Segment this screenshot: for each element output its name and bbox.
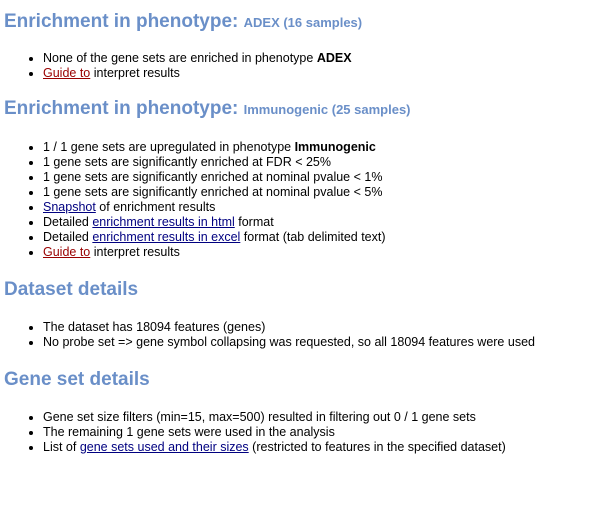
list-item-text: Detailed <box>43 215 93 229</box>
list-item: Guide to interpret results <box>43 245 614 260</box>
guide-link[interactable]: Guide to <box>43 66 90 80</box>
list-item: Detailed enrichment results in excel for… <box>43 230 614 245</box>
list-item: 1 / 1 gene sets are upregulated in pheno… <box>43 140 614 155</box>
list-item: List of gene sets used and their sizes (… <box>43 440 614 455</box>
adex-results-list: None of the gene sets are enriched in ph… <box>4 51 614 81</box>
list-item: No probe set => gene symbol collapsing w… <box>43 335 614 350</box>
gene-sets-sizes-link[interactable]: gene sets used and their sizes <box>80 440 249 454</box>
list-item-text: interpret results <box>90 245 180 259</box>
heading-main-text: Enrichment in phenotype: <box>4 11 244 32</box>
section-heading-adex: Enrichment in phenotype: ADEX (16 sample… <box>4 10 614 35</box>
list-item-text: format <box>234 215 274 229</box>
list-item-text: (restricted to features in the specified… <box>248 440 506 454</box>
guide-link[interactable]: Guide to <box>43 245 90 259</box>
excel-results-link[interactable]: enrichment results in excel <box>92 230 240 244</box>
list-item: Guide to interpret results <box>43 66 614 81</box>
list-item-text: format (tab delimited text) <box>240 230 386 244</box>
list-item: Snapshot of enrichment results <box>43 200 614 215</box>
section-enrichment-adex: Enrichment in phenotype: ADEX (16 sample… <box>4 10 614 81</box>
list-item-text: Detailed <box>43 230 93 244</box>
list-item: 1 gene sets are significantly enriched a… <box>43 155 614 170</box>
immunogenic-results-list: 1 / 1 gene sets are upregulated in pheno… <box>4 140 614 260</box>
html-results-link[interactable]: enrichment results in html <box>92 215 234 229</box>
report-page: Enrichment in phenotype: ADEX (16 sample… <box>0 0 614 455</box>
heading-main-text: Enrichment in phenotype: <box>4 98 244 119</box>
section-heading-immunogenic: Enrichment in phenotype: Immunogenic (25… <box>4 97 614 122</box>
list-item-text: None of the gene sets are enriched in ph… <box>43 51 317 65</box>
dataset-details-list: The dataset has 18094 features (genes) N… <box>4 320 614 350</box>
list-item: None of the gene sets are enriched in ph… <box>43 51 614 66</box>
section-dataset-details: Dataset details The dataset has 18094 fe… <box>4 278 614 350</box>
list-item-text: List of <box>43 440 80 454</box>
list-item-text: of enrichment results <box>95 200 216 214</box>
list-item: The dataset has 18094 features (genes) <box>43 320 614 335</box>
gene-set-details-list: Gene set size filters (min=15, max=500) … <box>4 410 614 455</box>
phenotype-name: Immunogenic <box>294 140 376 154</box>
section-enrichment-immunogenic: Enrichment in phenotype: Immunogenic (25… <box>4 97 614 260</box>
list-item: The remaining 1 gene sets were used in t… <box>43 425 614 440</box>
heading-phenotype-label: Immunogenic (25 samples) <box>243 102 411 117</box>
snapshot-link[interactable]: Snapshot <box>43 200 96 214</box>
list-item-text: interpret results <box>90 66 180 80</box>
section-heading-dataset: Dataset details <box>4 279 139 300</box>
section-gene-set-details: Gene set details Gene set size filters (… <box>4 368 614 455</box>
list-item: 1 gene sets are significantly enriched a… <box>43 185 614 200</box>
section-heading-gene-set: Gene set details <box>4 369 150 390</box>
list-item: 1 gene sets are significantly enriched a… <box>43 170 614 185</box>
list-item: Detailed enrichment results in html form… <box>43 215 614 230</box>
heading-phenotype-label: ADEX (16 samples) <box>243 15 363 30</box>
list-item-text: 1 / 1 gene sets are upregulated in pheno… <box>43 140 295 154</box>
phenotype-name: ADEX <box>316 51 352 65</box>
list-item: Gene set size filters (min=15, max=500) … <box>43 410 614 425</box>
